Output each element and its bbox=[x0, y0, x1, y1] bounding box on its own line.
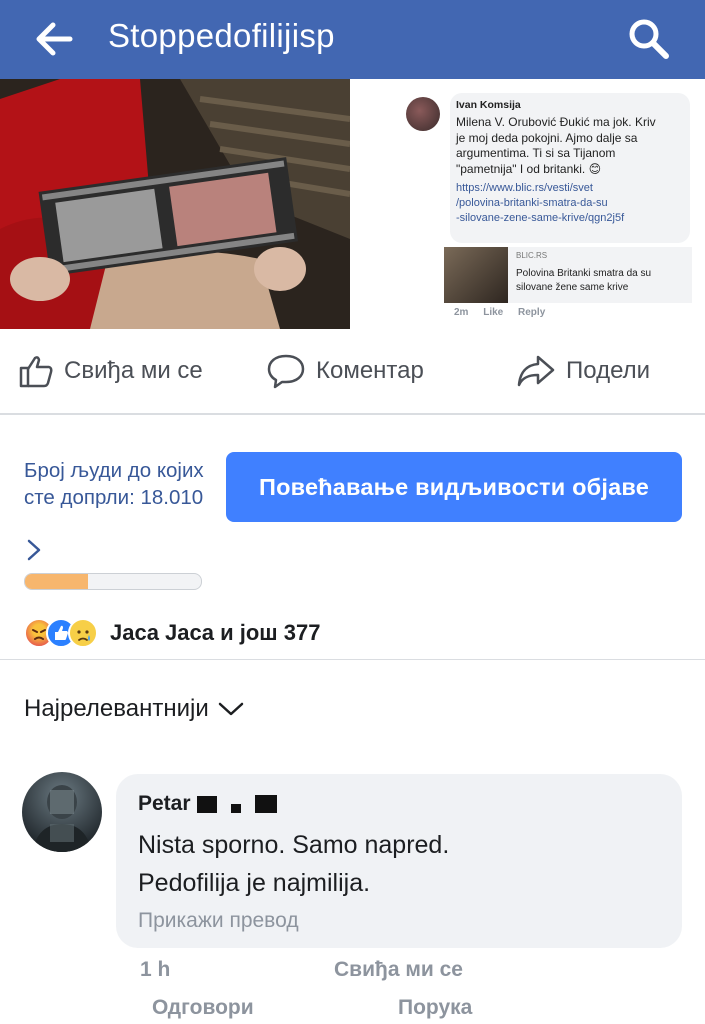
comment-sort-dropdown[interactable]: Најрелевантнији bbox=[24, 695, 245, 723]
post-actions-bar: Свиђа ми се Коментар Подели bbox=[0, 329, 705, 415]
avatar bbox=[406, 97, 440, 131]
comment-button[interactable]: Коментар bbox=[266, 351, 424, 391]
boost-post-button[interactable]: Повећавање видљивости објаве bbox=[226, 452, 682, 522]
reach-progress-fill bbox=[25, 574, 89, 589]
post-photo bbox=[0, 79, 350, 329]
like-label: Свиђа ми се bbox=[64, 357, 203, 384]
speech-bubble-icon bbox=[267, 354, 305, 389]
comment-label: Коментар bbox=[316, 357, 424, 384]
share-label: Подели bbox=[566, 357, 651, 384]
sort-label: Најрелевантнији bbox=[24, 695, 209, 722]
reactions-summary[interactable]: Jaca Jaca и још 377 bbox=[24, 618, 320, 648]
screenshot-meta: 2m Like Reply bbox=[454, 307, 546, 318]
post-media[interactable]: Ivan Komsija Milena V. Orubović Đukić ma… bbox=[0, 79, 705, 329]
comment-like-button[interactable]: Свиђа ми се bbox=[334, 958, 463, 982]
sad-reaction-icon bbox=[68, 618, 98, 648]
search-icon[interactable] bbox=[622, 12, 676, 66]
reach-text[interactable]: Број људи до којих сте допрли: 18.010 bbox=[24, 457, 204, 511]
comment-timestamp: 1 h bbox=[140, 958, 171, 981]
screenshot-text: Milena V. Orubović Đukić ma jok. Kriv je… bbox=[456, 115, 656, 176]
link-thumbnail bbox=[444, 247, 508, 303]
chevron-right-icon[interactable] bbox=[26, 539, 42, 566]
like-button[interactable]: Свиђа ми се bbox=[18, 351, 203, 391]
screenshot-author: Ivan Komsija bbox=[456, 99, 521, 111]
comment-text: Nista sporno. Samo napred. Pedofilija je… bbox=[138, 831, 450, 897]
comment-author[interactable]: Petar bbox=[138, 792, 277, 816]
thumbs-up-icon bbox=[19, 356, 53, 388]
app-header: Stoppedofilijisp bbox=[0, 0, 705, 79]
page-title: Stoppedofilijisp bbox=[108, 17, 335, 54]
comment-author-name: Petar bbox=[138, 792, 191, 815]
boost-section: Број људи до којих сте допрли: 18.010 По… bbox=[0, 415, 705, 660]
screenshot-link: https://www.blic.rs/vesti/svet /polovina… bbox=[456, 182, 625, 224]
redaction-block bbox=[230, 803, 241, 813]
back-arrow-icon[interactable] bbox=[30, 16, 80, 62]
reactions-text: Jaca Jaca и још 377 bbox=[110, 620, 321, 645]
share-arrow-icon bbox=[517, 355, 555, 387]
redaction-block bbox=[196, 795, 217, 813]
comment-message-button[interactable]: Порука bbox=[398, 996, 472, 1020]
avatar[interactable] bbox=[22, 772, 102, 852]
chevron-down-icon bbox=[218, 702, 243, 716]
comment-screenshot: Ivan Komsija Milena V. Orubović Đukić ma… bbox=[350, 79, 705, 329]
link-source: BLIC.RS bbox=[516, 251, 548, 260]
comment-reply-button[interactable]: Одговори bbox=[152, 996, 254, 1020]
reach-progress-bar bbox=[24, 573, 202, 590]
redaction-block bbox=[254, 795, 277, 813]
see-translation-link[interactable]: Прикажи превод bbox=[138, 909, 299, 933]
link-title: Polovina Britanki smatra da su silovane … bbox=[516, 268, 652, 293]
share-button[interactable]: Подели bbox=[516, 351, 650, 391]
